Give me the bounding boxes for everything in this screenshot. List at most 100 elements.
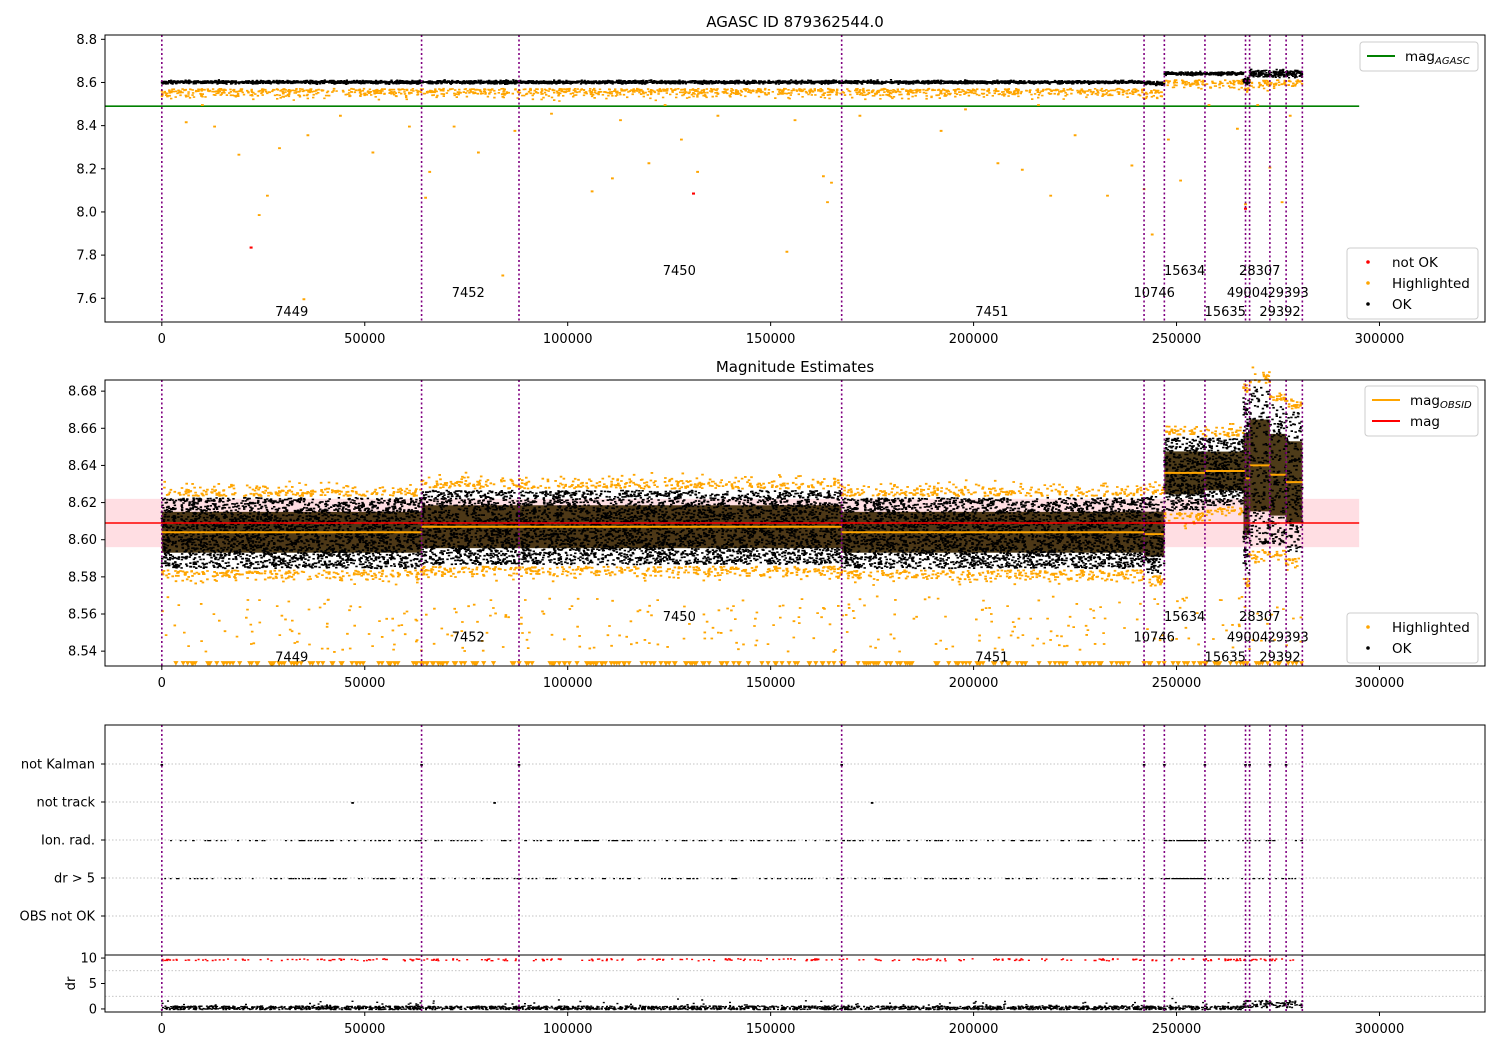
legend-label: Highlighted bbox=[1392, 276, 1470, 292]
x-tick-label: 150000 bbox=[746, 332, 796, 347]
obsid-label: 7452 bbox=[452, 286, 485, 301]
obsid-label: 29393 bbox=[1267, 286, 1308, 301]
legend-dot-swatch bbox=[1366, 260, 1370, 264]
not-ok-points bbox=[249, 192, 1248, 249]
magnitude-estimates-panel: 7449 7452 7450 7451 10746 15634 15635 49004 2830… bbox=[68, 366, 1486, 691]
obsid-label: 49004 bbox=[1227, 286, 1268, 301]
obsid-label: 15635 bbox=[1205, 651, 1246, 666]
flag-label: Ion. rad. bbox=[41, 834, 95, 849]
legend-label: OK bbox=[1392, 641, 1413, 657]
x-tick-label: 200000 bbox=[949, 332, 999, 347]
x-tick-label: 200000 bbox=[949, 676, 999, 691]
chart-title: AGASC ID 879362544.0 bbox=[706, 13, 884, 31]
highlighted-outliers bbox=[184, 93, 1292, 301]
y-tick-label: 8.2 bbox=[76, 162, 97, 177]
x-tick-label: 0 bbox=[158, 1022, 166, 1037]
obsid-label: 7451 bbox=[975, 305, 1008, 320]
legend-dot-swatch bbox=[1366, 625, 1370, 629]
x-tick-label: 100000 bbox=[543, 676, 593, 691]
obsid-label: 7450 bbox=[663, 610, 696, 625]
x-tick-label: 300000 bbox=[1355, 1022, 1405, 1037]
x-tick-label: 300000 bbox=[1355, 332, 1405, 347]
x-tick-label: 0 bbox=[158, 676, 166, 691]
y-tick-label: 8.6 bbox=[76, 76, 97, 91]
obsid-label: 29392 bbox=[1259, 305, 1300, 320]
x-tick-label: 250000 bbox=[1152, 332, 1202, 347]
ok-points bbox=[1163, 70, 1245, 77]
legend-dot-swatch bbox=[1366, 646, 1370, 650]
ok-points bbox=[1248, 68, 1304, 79]
y-tick-label: 8.66 bbox=[68, 422, 97, 437]
x-tick-label: 50000 bbox=[344, 332, 385, 347]
highlighted-points bbox=[1143, 89, 1163, 100]
flag-label: dr > 5 bbox=[54, 872, 95, 887]
y-tick-label: 8.56 bbox=[68, 608, 97, 623]
legend-label: Highlighted bbox=[1392, 620, 1470, 636]
x-tick-label: 250000 bbox=[1152, 676, 1202, 691]
agasc-magnitude-panel: 7449 7452 7450 7451 10746 15634 15635 49004 2830… bbox=[76, 33, 1486, 347]
x-tick-label: 100000 bbox=[543, 332, 593, 347]
chart-title: Magnitude Estimates bbox=[716, 358, 874, 376]
highlighted-points bbox=[1163, 79, 1245, 91]
y-tick-label: 7.6 bbox=[76, 292, 97, 307]
obsid-label: 28307 bbox=[1239, 264, 1280, 279]
y-tick-label: 5 bbox=[89, 977, 97, 992]
highlighted-points bbox=[1248, 79, 1304, 92]
y-tick-label: 8.68 bbox=[68, 385, 97, 400]
flags-panel: not Kalman not track Ion. rad. dr > 5 OBS no… bbox=[20, 724, 1486, 956]
x-tick-label: 150000 bbox=[746, 1022, 796, 1037]
legend-label: OK bbox=[1392, 297, 1413, 313]
obsid-label: 7449 bbox=[275, 651, 308, 666]
x-tick-label: 200000 bbox=[949, 1022, 999, 1037]
obsid-label: 15634 bbox=[1164, 264, 1205, 279]
y-tick-label: 10 bbox=[80, 952, 97, 967]
highlighted-points bbox=[160, 87, 1146, 102]
chart-figure: 7449 7452 7450 7451 10746 15634 15635 49004 2830… bbox=[20, 13, 1486, 1037]
y-tick-label: 8.62 bbox=[68, 496, 97, 511]
legend-dot-swatch bbox=[1366, 281, 1370, 285]
clipped-low-markers bbox=[1170, 661, 1208, 666]
obsid-label: 15634 bbox=[1164, 610, 1205, 625]
dr-clipped-points bbox=[161, 958, 1295, 962]
y-tick-label: 7.8 bbox=[76, 249, 97, 264]
x-tick-label: 100000 bbox=[543, 1022, 593, 1037]
y-tick-label: 8.60 bbox=[68, 533, 97, 548]
obsid-label: 15635 bbox=[1205, 305, 1246, 320]
x-tick-label: 150000 bbox=[746, 676, 796, 691]
y-tick-label: 8.0 bbox=[76, 205, 97, 220]
ok-points bbox=[160, 79, 1145, 86]
flag-label: not Kalman bbox=[21, 758, 95, 773]
legend-dot-swatch bbox=[1366, 302, 1370, 306]
legend-label: mag bbox=[1410, 414, 1440, 430]
obsid-label: 7450 bbox=[663, 264, 696, 279]
obsid-label: 10746 bbox=[1134, 286, 1175, 301]
flag-marker bbox=[870, 802, 874, 804]
y-tick-label: 0 bbox=[89, 1002, 97, 1017]
x-tick-label: 50000 bbox=[344, 676, 385, 691]
legend-label: not OK bbox=[1392, 255, 1439, 271]
obsid-label: 28307 bbox=[1239, 610, 1280, 625]
y-tick-label: 8.64 bbox=[68, 459, 97, 474]
x-tick-label: 250000 bbox=[1152, 1022, 1202, 1037]
obsid-label: 7449 bbox=[275, 305, 308, 320]
obsid-label: 7452 bbox=[452, 630, 485, 645]
obsid-label: 10746 bbox=[1134, 630, 1175, 645]
flag-marker bbox=[351, 802, 354, 804]
clipped-low-markers bbox=[516, 661, 844, 666]
clipped-low-markers bbox=[420, 661, 517, 666]
y-tick-label: 8.54 bbox=[68, 645, 97, 660]
highlighted-points bbox=[1243, 87, 1250, 93]
obsid-label: 7451 bbox=[975, 651, 1008, 666]
y-axis-label: dr bbox=[64, 976, 79, 990]
dr-points bbox=[160, 999, 1304, 1011]
x-tick-label: 0 bbox=[158, 332, 166, 347]
obsid-label: 49004 bbox=[1227, 630, 1268, 645]
obsid-label: 29393 bbox=[1267, 630, 1308, 645]
ok-points bbox=[1143, 80, 1166, 87]
x-tick-label: 50000 bbox=[344, 1022, 385, 1037]
clipped-low-markers bbox=[1142, 661, 1167, 666]
y-tick-label: 8.8 bbox=[76, 33, 97, 48]
obsid-label: 29392 bbox=[1259, 651, 1300, 666]
y-tick-label: 8.58 bbox=[68, 570, 97, 585]
y-tick-label: 8.4 bbox=[76, 119, 97, 134]
